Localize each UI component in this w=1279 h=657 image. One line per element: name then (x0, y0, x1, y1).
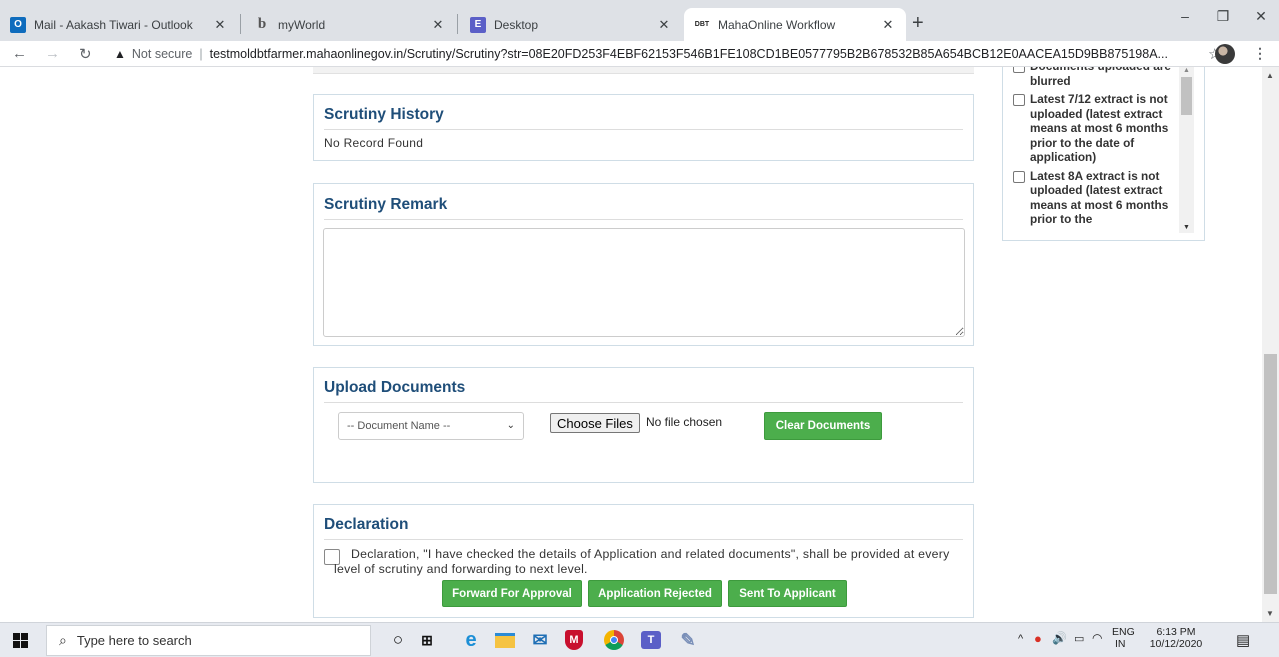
panel-title: Scrutiny History (324, 95, 963, 130)
address-bar[interactable]: ▲ Not secure | testmoldbtfarmer.mahaonli… (114, 43, 1240, 65)
warning-triangle-icon: ▲ (114, 47, 126, 61)
reload-icon[interactable]: ↻ (79, 45, 92, 63)
scroll-thumb[interactable] (1264, 354, 1277, 594)
chrome-icon[interactable] (602, 628, 626, 652)
close-icon[interactable]: ✕ (430, 17, 446, 33)
tab-separator (457, 14, 458, 34)
forward-arrow-icon[interactable]: → (45, 45, 60, 62)
paint-icon[interactable]: ✎ (676, 628, 700, 652)
url-text: testmoldbtfarmer.mahaonlinegov.in/Scruti… (209, 47, 1168, 61)
checklist-item[interactable]: Latest 8A extract is not uploaded (lates… (1003, 169, 1181, 227)
scrutiny-remark-panel: Scrutiny Remark (313, 183, 974, 346)
sent-to-applicant-button[interactable]: Sent To Applicant (728, 580, 847, 607)
checklist-checkbox[interactable] (1013, 170, 1025, 183)
cortana-icon[interactable]: ○ (386, 628, 410, 652)
close-icon[interactable]: ✕ (656, 17, 672, 33)
tab-title: Mail - Aakash Tiwari - Outlook (34, 17, 193, 32)
back-arrow-icon[interactable]: ← (12, 45, 27, 62)
search-icon: ⌕ (59, 632, 67, 648)
clear-documents-button[interactable]: Clear Documents (764, 412, 882, 440)
mcafee-icon[interactable]: M (562, 628, 586, 652)
file-explorer-icon[interactable] (493, 628, 517, 652)
declaration-panel: Declaration Declaration, "I have checked… (313, 504, 974, 618)
security-label: Not secure (131, 47, 193, 61)
tab-separator (240, 14, 241, 34)
close-icon[interactable]: ✕ (212, 17, 228, 33)
teams-icon[interactable]: T (639, 628, 663, 652)
file-status-text: No file chosen (646, 415, 723, 429)
date-text: 10/12/2020 (1149, 638, 1203, 650)
browser-tab-bar: O Mail - Aakash Tiwari - Outlook ✕ b myW… (0, 0, 1279, 41)
previous-panel-edge (313, 67, 974, 74)
wifi-icon[interactable]: ◠ (1092, 631, 1102, 645)
declaration-text: Declaration, "I have checked the details… (334, 547, 950, 576)
close-window-button[interactable]: ✕ (1238, 8, 1279, 25)
checklist-checkbox[interactable] (1013, 94, 1025, 106)
scroll-down-arrow-icon[interactable]: ▼ (1183, 224, 1190, 231)
choose-files-button[interactable]: Choose Files (550, 413, 640, 433)
desktop-icon: E (470, 16, 486, 33)
checklist-item[interactable]: Documents uploaded are blurred (1003, 67, 1181, 88)
page-scrollbar[interactable]: ▲ ▼ (1262, 67, 1279, 622)
application-rejected-button[interactable]: Application Rejected (588, 580, 722, 607)
menu-kebab-icon[interactable]: ⋮ (1253, 45, 1267, 62)
scrutiny-remark-textarea[interactable] (323, 228, 965, 337)
document-name-select[interactable]: -- Document Name -- ⌄ (338, 412, 524, 440)
checklist-scrollbar[interactable]: ▲ ▼ (1179, 67, 1194, 233)
mail-icon[interactable]: ✉ (528, 628, 552, 652)
scroll-up-arrow-icon[interactable]: ▲ (1183, 67, 1190, 74)
volume-icon[interactable]: 🔊 (1052, 631, 1067, 645)
myworld-icon: b (257, 16, 267, 32)
outlook-icon: O (10, 16, 26, 33)
scroll-thumb[interactable] (1181, 77, 1192, 115)
battery-icon[interactable]: ▭ (1074, 632, 1084, 645)
profile-avatar[interactable] (1215, 44, 1235, 64)
page-viewport: Scrutiny History No Record Found Scrutin… (0, 67, 1279, 622)
checklist-label: Latest 8A extract is not uploaded (lates… (1030, 168, 1169, 227)
tab-desktop[interactable]: E Desktop ✕ (460, 8, 682, 41)
panel-title: Upload Documents (324, 368, 963, 403)
checklist-checkbox[interactable] (1013, 67, 1025, 73)
task-view-icon[interactable]: ⊞ (415, 628, 439, 652)
windows-taskbar: ⌕ Type here to search ○ ⊞ e ✉ M T ✎ ^ ● … (0, 622, 1279, 657)
scrutiny-history-panel: Scrutiny History No Record Found (313, 94, 974, 161)
region-text: IN (1115, 638, 1126, 650)
search-placeholder: Type here to search (76, 633, 192, 648)
forward-for-approval-button[interactable]: Forward For Approval (442, 580, 582, 607)
close-icon[interactable]: ✕ (880, 17, 896, 33)
panel-title: Scrutiny Remark (324, 184, 963, 220)
chevron-down-icon: ⌄ (506, 420, 515, 431)
divider: | (199, 47, 203, 61)
tab-myworld[interactable]: b myWorld ✕ (244, 8, 456, 41)
tab-title: Desktop (494, 17, 539, 32)
lang-text: ENG (1112, 626, 1135, 638)
panel-title: Declaration (324, 505, 963, 540)
upload-documents-panel: Upload Documents -- Document Name -- ⌄ C… (313, 367, 974, 483)
clock[interactable]: 6:13 PM 10/12/2020 (1146, 626, 1206, 650)
taskbar-search[interactable]: ⌕ Type here to search (46, 625, 371, 656)
edge-icon[interactable]: e (459, 628, 483, 652)
checklist-label: Latest 7/12 extract is not uploaded (lat… (1030, 92, 1169, 164)
tab-title: myWorld (278, 17, 326, 32)
tray-overflow-icon[interactable]: ^ (1018, 633, 1023, 645)
tab-mahaonline[interactable]: DBT MahaOnline Workflow ✕ (684, 8, 906, 41)
notifications-icon[interactable]: ▤ (1236, 631, 1250, 649)
time-text: 6:13 PM (1156, 626, 1196, 638)
tab-title: MahaOnline Workflow (718, 17, 836, 32)
windows-start-icon[interactable] (13, 633, 28, 648)
scrutiny-checklist: Documents uploaded are blurred Latest 7/… (1002, 67, 1205, 241)
no-record-text: No Record Found (324, 136, 424, 150)
dbt-icon: DBT (694, 21, 710, 28)
network-error-icon[interactable]: ● (1034, 631, 1042, 646)
new-tab-button[interactable]: + (912, 12, 924, 35)
checklist-item[interactable]: Latest 7/12 extract is not uploaded (lat… (1003, 92, 1181, 165)
select-value: -- Document Name -- (347, 420, 451, 432)
scroll-down-arrow-icon[interactable]: ▼ (1266, 609, 1274, 618)
language-indicator[interactable]: ENG IN (1112, 626, 1135, 650)
scroll-up-arrow-icon[interactable]: ▲ (1266, 71, 1274, 80)
tab-outlook[interactable]: O Mail - Aakash Tiwari - Outlook ✕ (0, 8, 238, 41)
checklist-label: Documents uploaded are blurred (1030, 67, 1171, 88)
browser-toolbar: ← → ↻ ▲ Not secure | testmoldbtfarmer.ma… (0, 41, 1279, 67)
